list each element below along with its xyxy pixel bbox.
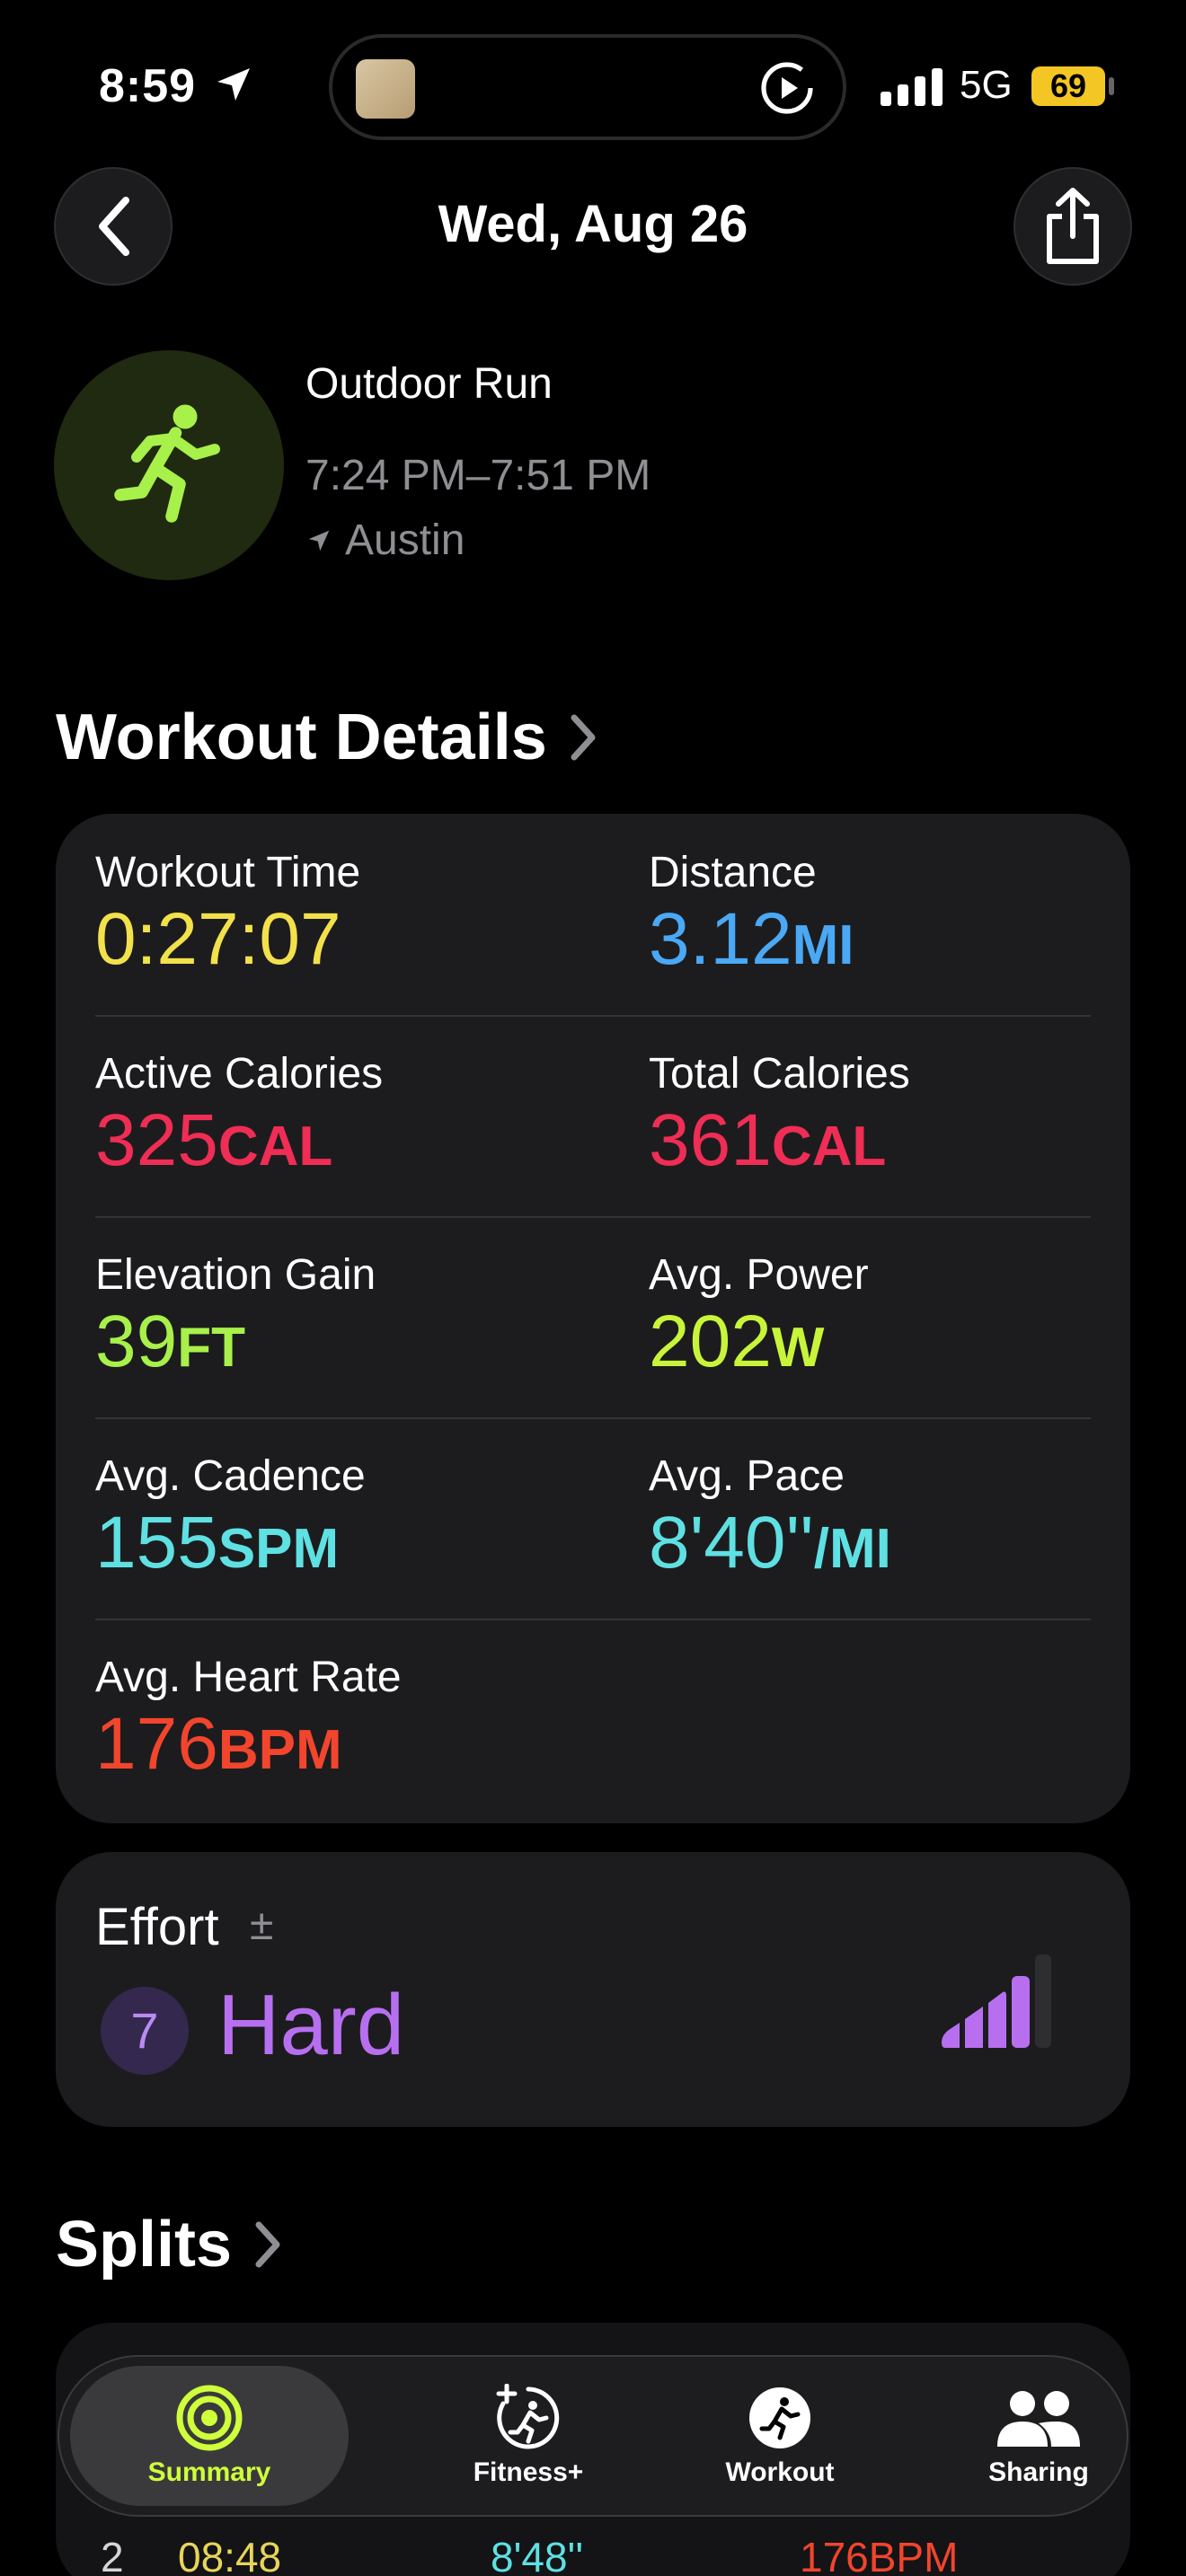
tab-summary[interactable]: Summary — [70, 2366, 349, 2506]
row-divider — [95, 1619, 1091, 1620]
row-divider — [95, 1015, 1091, 1017]
page-title: Wed, Aug 26 — [438, 195, 748, 253]
workout-details-header[interactable]: Workout Details — [56, 701, 599, 774]
metric-value: 0:27:07 — [95, 898, 341, 980]
section-title: Workout Details — [56, 701, 547, 773]
metric-value: 3.12MI — [649, 898, 854, 980]
plus-minus-icon[interactable]: ± — [250, 1901, 273, 1950]
metric-elevation-gain: Elevation Gain 39FT — [95, 1250, 376, 1381]
status-time: 8:59 — [99, 60, 197, 112]
tab-sharing[interactable]: Sharing — [904, 2366, 1173, 2506]
split-index: 2 — [101, 2534, 124, 2576]
metric-value: 8'40''/MI — [649, 1502, 891, 1584]
tab-label: Fitness+ — [473, 2457, 584, 2487]
metric-label: Active Calories — [95, 1050, 384, 1098]
workout-details-card: Workout Time 0:27:07 Distance 3.12MI Act… — [56, 814, 1130, 1823]
running-figure-icon — [114, 404, 220, 523]
battery-cap — [1109, 77, 1114, 95]
play-icon — [761, 62, 813, 114]
workout-name: Outdoor Run — [305, 360, 553, 408]
outdoor-run-badge — [54, 350, 284, 580]
chevron-right-icon — [571, 714, 596, 761]
metric-label: Avg. Pace — [649, 1452, 845, 1500]
row-divider — [95, 1417, 1091, 1419]
workout-runner-icon — [749, 2387, 810, 2448]
tab-bar: Summary Fitness+ Workout Sharing — [58, 2355, 1128, 2517]
chevron-right-icon — [255, 2221, 280, 2268]
location-arrow-icon — [217, 68, 250, 101]
metric-value: 155SPM — [95, 1502, 340, 1584]
metric-label: Total Calories — [649, 1050, 910, 1098]
metric-workout-time: Workout Time 0:27:07 — [95, 848, 360, 978]
metric-distance: Distance 3.12MI — [649, 848, 854, 978]
split-pace: 8'48'' — [491, 2534, 584, 2576]
metric-label: Avg. Power — [649, 1251, 869, 1299]
metric-value: 325CAL — [95, 1099, 333, 1181]
tab-label: Sharing — [988, 2457, 1089, 2487]
workout-location: Austin — [305, 516, 465, 565]
splits-header[interactable]: Splits — [56, 2208, 284, 2281]
row-divider — [95, 1216, 1091, 1218]
metric-label: Avg. Heart Rate — [95, 1654, 402, 1701]
metric-value: 176BPM — [95, 1703, 342, 1785]
section-title: Splits — [56, 2209, 233, 2280]
effort-label: Effort — [95, 1898, 219, 1956]
metric-value: 361CAL — [649, 1099, 887, 1181]
split-time: 08:48 — [178, 2534, 282, 2576]
battery-icon: 69 — [1031, 66, 1105, 106]
metric-value: 202W — [649, 1301, 825, 1382]
location-name: Austin — [345, 516, 465, 564]
share-button[interactable] — [1013, 167, 1132, 286]
metric-avg-power: Avg. Power 202W — [649, 1250, 869, 1381]
tab-fitness-plus[interactable]: Fitness+ — [394, 2366, 663, 2506]
effort-score-badge: 7 — [101, 1987, 189, 2075]
metric-value: 39FT — [95, 1301, 245, 1382]
tab-label: Summary — [147, 2457, 271, 2487]
metric-label: Workout Time — [95, 849, 361, 896]
metric-avg-pace: Avg. Pace 8'40''/MI — [649, 1451, 891, 1582]
effort-bars-icon — [942, 1954, 1051, 2048]
metric-total-calories: Total Calories 361CAL — [649, 1049, 910, 1179]
metric-label: Distance — [649, 849, 817, 896]
workout-time-range: 7:24 PM–7:51 PM — [305, 452, 651, 499]
metric-active-calories: Active Calories 325CAL — [95, 1049, 383, 1179]
metric-label: Elevation Gain — [95, 1251, 376, 1299]
tab-label: Workout — [725, 2457, 835, 2487]
effort-level: Hard — [217, 1977, 405, 2073]
effort-card[interactable]: Effort ± 7 Hard — [56, 1852, 1130, 2127]
now-playing-artwork — [356, 59, 415, 119]
metric-avg-heart-rate: Avg. Heart Rate 176BPM — [95, 1653, 402, 1783]
metric-label: Avg. Cadence — [95, 1452, 366, 1500]
split-heart-rate: 176BPM — [800, 2534, 959, 2576]
network-type: 5G — [960, 63, 1013, 107]
summary-rings-icon — [176, 2385, 243, 2451]
location-arrow-icon — [308, 530, 330, 551]
fitness-plus-icon — [496, 2384, 560, 2449]
status-bar: 8:59 5G 69 — [0, 0, 1186, 171]
cellular-signal-icon — [881, 68, 943, 106]
tab-workout[interactable]: Workout — [645, 2366, 915, 2506]
sharing-people-icon — [997, 2391, 1080, 2447]
dynamic-island[interactable] — [329, 34, 846, 140]
metric-avg-cadence: Avg. Cadence 155SPM — [95, 1451, 366, 1582]
share-icon — [1047, 188, 1099, 264]
